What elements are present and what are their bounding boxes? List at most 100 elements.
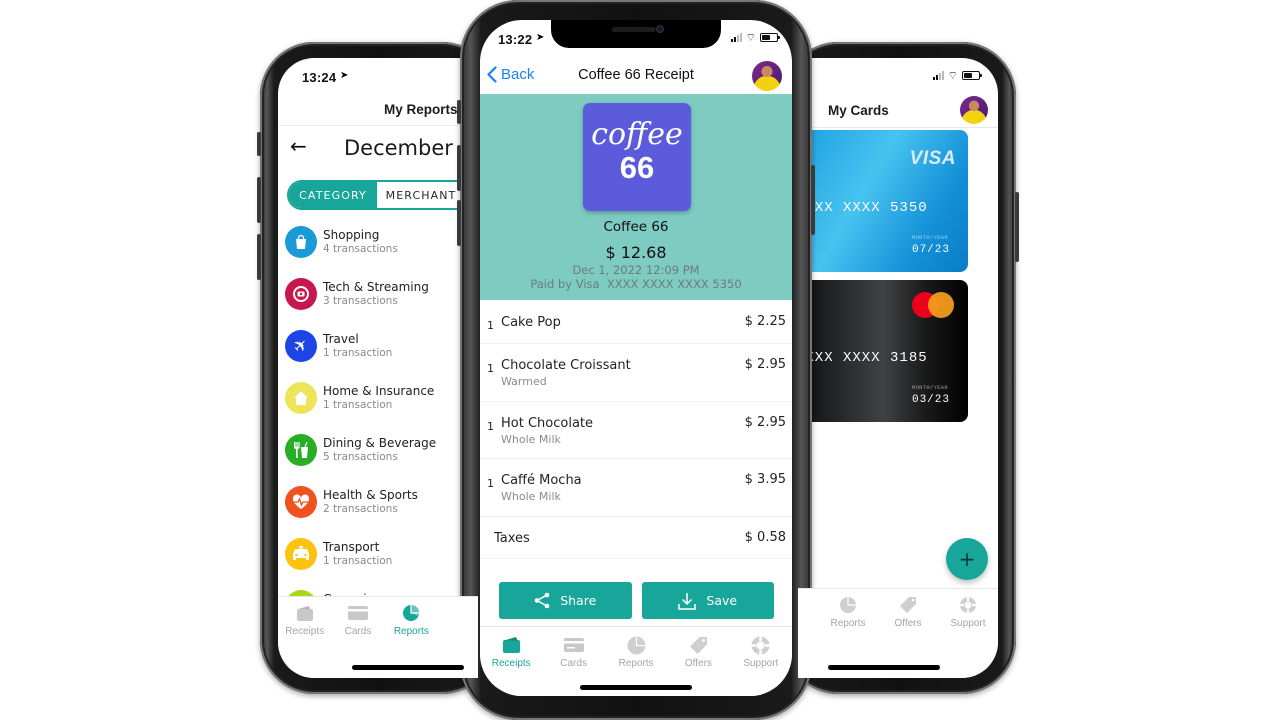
segment-category[interactable]: CATEGORY [289, 182, 377, 208]
cards-phone: ⌔ My Cards VISA XXXX XXXX 5350 MONTH/YEA… [784, 42, 1019, 694]
page-title: My Reports [384, 102, 458, 117]
add-card-button[interactable]: + [946, 538, 988, 580]
tab-label: Reports [830, 618, 866, 629]
segmented-control: CATEGORY MERCHANT [287, 180, 478, 210]
tab-label: Offers [894, 618, 922, 629]
category-row-travel[interactable]: ✈ Travel 1 transaction [285, 330, 478, 382]
shopping-bag-icon [285, 226, 317, 258]
receipt-total: $ 12.68 [605, 243, 667, 262]
card-expiry: 03/23 [911, 394, 950, 406]
page-title: Coffee 66 Receipt [578, 67, 694, 83]
card-expiry: 07/23 [911, 244, 950, 256]
receipt-header: Back Coffee 66 Receipt [480, 56, 792, 94]
share-button[interactable]: Share [499, 582, 632, 619]
tab-support[interactable]: Support [730, 635, 792, 696]
save-button[interactable]: Save [641, 582, 774, 619]
lifebuoy-icon [957, 595, 979, 615]
avatar[interactable] [752, 61, 782, 91]
item-modifier: Warmed [501, 375, 547, 388]
category-count: 1 transaction [323, 555, 393, 567]
segment-merchant[interactable]: MERCHANT [377, 182, 465, 208]
item-modifier: Whole Milk [501, 490, 561, 503]
home-indicator [352, 665, 464, 670]
status-icons: ⌔ [730, 31, 780, 44]
status-icons: ⌔ [932, 70, 982, 81]
category-row-shopping[interactable]: Shopping 4 transactions [285, 226, 478, 278]
share-icon [534, 592, 550, 609]
item-name: Cake Pop [501, 315, 561, 330]
wallet-icon [294, 603, 316, 623]
volume-down-button [457, 200, 461, 246]
taxi-icon [285, 538, 317, 570]
volume-down-button [257, 234, 261, 280]
category-row-tech-streaming[interactable]: Tech & Streaming 3 transactions [285, 278, 478, 330]
plus-icon: + [958, 547, 976, 571]
category-name: Tech & Streaming [323, 280, 429, 294]
item-price: $ 3.95 [744, 472, 786, 487]
tab-support[interactable]: Support [938, 595, 998, 678]
lifebuoy-icon [750, 635, 772, 655]
location-arrow-icon: ➤ [340, 70, 349, 81]
pie-chart-icon [625, 635, 647, 655]
location-arrow-icon: ➤ [536, 32, 545, 43]
category-row-health-sports[interactable]: Health & Sports 2 transactions [285, 486, 478, 538]
visa-card[interactable]: VISA XXXX XXXX 5350 MONTH/YEAR HA 07/23 [798, 130, 968, 272]
item-qty: 1 [487, 420, 494, 433]
tab-receipts[interactable]: Receipts [278, 603, 331, 678]
reports-header: My Reports [278, 94, 478, 126]
card-number: XXXX XXXX 3185 [798, 350, 928, 366]
heart-pulse-icon [285, 486, 317, 518]
status-time: 13:24 [302, 70, 337, 85]
tab-label: Support [743, 658, 779, 669]
power-button [1015, 192, 1019, 262]
line-item: 1 Caffé Mocha Whole Milk $ 3.95 [480, 459, 792, 517]
visa-logo: VISA [909, 148, 956, 169]
category-name: Shopping [323, 228, 380, 242]
item-modifier: Whole Milk [501, 433, 561, 446]
category-row-dining-beverage[interactable]: Dining & Beverage 5 transactions [285, 434, 478, 486]
card-icon [347, 603, 369, 623]
tab-label: Receipts [491, 658, 531, 669]
category-count: 5 transactions [323, 451, 398, 463]
line-item: 1 Chocolate Croissant Warmed $ 2.95 [480, 344, 792, 402]
category-count: 4 transactions [323, 243, 398, 255]
mastercard-logo [912, 292, 954, 318]
tab-receipts[interactable]: Receipts [480, 635, 542, 696]
expiry-label: MONTH/YEAR [911, 234, 948, 241]
logo-script: coffee [591, 117, 683, 152]
streaming-icon [285, 278, 317, 310]
category-name: Home & Insurance [323, 384, 435, 398]
status-bar: 13:24 ➤ [278, 58, 478, 94]
receipt-summary: coffee 66 Coffee 66 $ 12.68 Dec 1, 2022 … [480, 94, 792, 300]
cards-header: My Cards [798, 94, 998, 128]
mute-switch [457, 100, 461, 124]
battery-icon [760, 33, 780, 42]
category-count: 1 transaction [323, 347, 393, 359]
tab-label: Offers [684, 658, 712, 669]
tab-label: Cards [560, 658, 587, 669]
cellular-signal-icon [730, 33, 742, 42]
category-count: 1 transaction [323, 399, 393, 411]
item-qty: 1 [487, 319, 494, 332]
item-price: $ 2.95 [744, 415, 786, 430]
tab-label: Support [950, 618, 986, 629]
merchant-logo: coffee 66 [583, 103, 691, 211]
share-label: Share [560, 593, 597, 608]
back-arrow-icon[interactable]: ← [290, 134, 307, 158]
line-items: 1 Cake Pop $ 2.25 1 Chocolate Croissant … [480, 300, 792, 559]
avatar[interactable] [960, 96, 988, 124]
category-name: Travel [323, 332, 359, 346]
category-row-transport[interactable]: Transport 1 transaction [285, 538, 478, 590]
payment-method: Paid by Visa XXXX XXXX XXXX 5350 [530, 277, 742, 291]
tag-icon [897, 595, 919, 615]
merchant-name: Coffee 66 [603, 219, 669, 235]
line-item: 1 Hot Chocolate Whole Milk $ 2.95 [480, 402, 792, 459]
category-row-home-insurance[interactable]: Home & Insurance 1 transaction [285, 382, 478, 434]
cellular-signal-icon [932, 71, 944, 80]
pie-chart-icon [400, 603, 422, 623]
mastercard-card[interactable]: XXXX XXXX 3185 MONTH/YEAR HA 03/23 [798, 280, 968, 422]
category-count: 3 transactions [323, 295, 398, 307]
wifi-icon: ⌔ [745, 31, 756, 44]
receipt-actions: Share Save [499, 582, 774, 619]
power-button [811, 165, 815, 235]
